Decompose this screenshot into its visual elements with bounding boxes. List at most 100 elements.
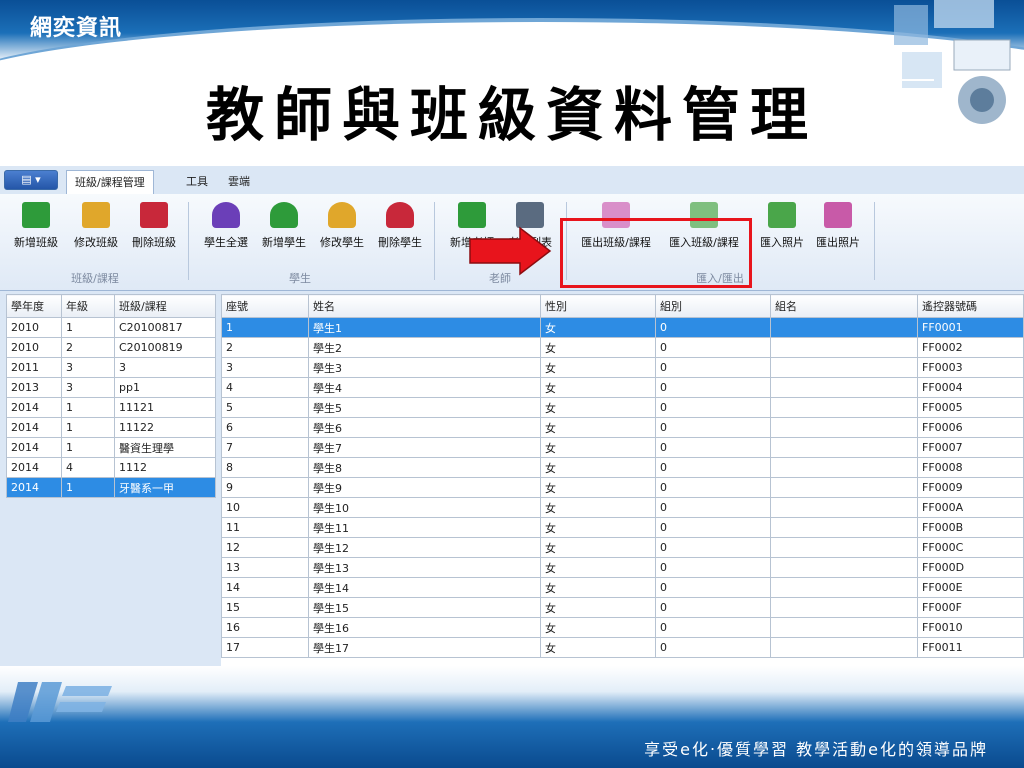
column-header-gender[interactable]: 性別 (540, 294, 656, 318)
cell-grade: 1 (61, 417, 115, 438)
student-table-row[interactable]: 6 學生6 女 0 FF0006 (221, 417, 1024, 438)
class-table-row[interactable]: 2010 1 C20100817 (6, 317, 216, 338)
cell-class: 3 (114, 357, 216, 378)
cell-seat: 8 (221, 457, 309, 478)
export-photo-button[interactable]: 匯出照片 (808, 202, 868, 258)
cell-name: 學生1 (308, 317, 541, 338)
class-table-row[interactable]: 2014 1 牙醫系一甲 (6, 477, 216, 498)
tab-cloud[interactable]: 雲端 (220, 170, 258, 194)
cell-year: 2014 (6, 397, 62, 418)
student-table-row[interactable]: 2 學生2 女 0 FF0002 (221, 337, 1024, 358)
student-table-row[interactable]: 15 學生15 女 0 FF000F (221, 597, 1024, 618)
cell-group-name (770, 437, 918, 458)
student-table-row[interactable]: 12 學生12 女 0 FF000C (221, 537, 1024, 558)
cell-grade: 3 (61, 357, 115, 378)
student-table-row[interactable]: 11 學生11 女 0 FF000B (221, 517, 1024, 538)
highlight-box (560, 218, 752, 288)
class-table-header: 學年度 年級 班級/課程 (6, 294, 216, 318)
cell-year: 2011 (6, 357, 62, 378)
student-table-row[interactable]: 14 學生14 女 0 FF000E (221, 577, 1024, 598)
cell-group: 0 (655, 337, 771, 358)
cell-seat: 11 (221, 517, 309, 538)
student-table-row[interactable]: 16 學生16 女 0 FF0010 (221, 617, 1024, 638)
student-table-row[interactable]: 8 學生8 女 0 FF0008 (221, 457, 1024, 478)
cell-group-name (770, 397, 918, 418)
cell-remote-id: FF0007 (917, 437, 1024, 458)
cell-group-name (770, 317, 918, 338)
column-header-seat[interactable]: 座號 (221, 294, 309, 318)
export-photo-icon (824, 202, 852, 228)
add-teacher-icon (458, 202, 486, 228)
tab-class-course[interactable]: 班級/課程管理 (66, 170, 154, 195)
cell-group: 0 (655, 497, 771, 518)
cell-seat: 4 (221, 377, 309, 398)
cell-class: 11122 (114, 417, 216, 438)
class-table-row[interactable]: 2011 3 3 (6, 357, 216, 378)
student-table-row[interactable]: 3 學生3 女 0 FF0003 (221, 357, 1024, 378)
cell-gender: 女 (540, 377, 656, 398)
cell-group: 0 (655, 637, 771, 658)
student-table-row[interactable]: 9 學生9 女 0 FF0009 (221, 477, 1024, 498)
cell-name: 學生3 (308, 357, 541, 378)
cell-name: 學生7 (308, 437, 541, 458)
column-header-group-name[interactable]: 組名 (770, 294, 918, 318)
cell-seat: 7 (221, 437, 309, 458)
column-header-grade[interactable]: 年級 (61, 294, 115, 318)
student-table-row[interactable]: 13 學生13 女 0 FF000D (221, 557, 1024, 578)
cell-name: 學生8 (308, 457, 541, 478)
class-table-row[interactable]: 2014 1 11122 (6, 417, 216, 438)
column-header-remote-id[interactable]: 遙控器號碼 (917, 294, 1024, 318)
cell-gender: 女 (540, 317, 656, 338)
cell-remote-id: FF0004 (917, 377, 1024, 398)
cell-remote-id: FF000E (917, 577, 1024, 598)
column-header-name[interactable]: 姓名 (308, 294, 541, 318)
class-table-row[interactable]: 2014 4 1112 (6, 457, 216, 478)
student-table-row[interactable]: 5 學生5 女 0 FF0005 (221, 397, 1024, 418)
cell-group-name (770, 337, 918, 358)
student-list-panel: 座號 姓名 性別 組別 組名 遙控器號碼 1 學生1 女 0 FF0001 2 學生2 女 0 F… (221, 294, 1024, 666)
app-menu-button[interactable]: ▤ ▾ (4, 170, 58, 190)
column-header-year[interactable]: 學年度 (6, 294, 62, 318)
delete-student-button[interactable]: 刪除學生 (370, 202, 430, 258)
student-table-row[interactable]: 10 學生10 女 0 FF000A (221, 497, 1024, 518)
cell-group: 0 (655, 517, 771, 538)
cell-year: 2014 (6, 417, 62, 438)
select-all-students-icon (212, 202, 240, 228)
student-table-row[interactable]: 1 學生1 女 0 FF0001 (221, 317, 1024, 338)
student-table-row[interactable]: 7 學生7 女 0 FF0007 (221, 437, 1024, 458)
cell-gender: 女 (540, 477, 656, 498)
cell-group-name (770, 457, 918, 478)
student-table-row[interactable]: 17 學生17 女 0 FF0011 (221, 637, 1024, 658)
cell-gender: 女 (540, 357, 656, 378)
cell-remote-id: FF0009 (917, 477, 1024, 498)
cell-grade: 1 (61, 477, 115, 498)
slide-title: 教師與班級資料管理 (205, 81, 818, 149)
add-student-icon (270, 202, 298, 228)
cell-group-name (770, 617, 918, 638)
cell-year: 2010 (6, 317, 62, 338)
student-table-row[interactable]: 4 學生4 女 0 FF0004 (221, 377, 1024, 398)
cell-class: C20100817 (114, 317, 216, 338)
cell-remote-id: FF000C (917, 537, 1024, 558)
import-photo-icon (768, 202, 796, 228)
group-label-students: 學生 (289, 272, 311, 285)
cell-year: 2010 (6, 337, 62, 358)
cell-class: C20100819 (114, 337, 216, 358)
class-table-row[interactable]: 2010 2 C20100819 (6, 337, 216, 358)
cell-seat: 17 (221, 637, 309, 658)
class-table-row[interactable]: 2013 3 pp1 (6, 377, 216, 398)
tab-tools[interactable]: 工具 (178, 170, 216, 194)
cell-group: 0 (655, 317, 771, 338)
cell-class: 醫資生理學 (114, 437, 216, 458)
delete-class-label: 刪除班級 (132, 236, 176, 249)
cell-remote-id: FF000A (917, 497, 1024, 518)
class-table-row[interactable]: 2014 1 醫資生理學 (6, 437, 216, 458)
delete-class-button[interactable]: 刪除班級 (124, 202, 184, 258)
column-header-group[interactable]: 組別 (655, 294, 771, 318)
cell-year: 2014 (6, 457, 62, 478)
class-table-row[interactable]: 2014 1 11121 (6, 397, 216, 418)
student-table-body: 1 學生1 女 0 FF0001 2 學生2 女 0 FF0002 3 學生3 女 0 FF0003 4 學生4… (221, 317, 1024, 658)
cell-group-name (770, 597, 918, 618)
column-header-class[interactable]: 班級/課程 (114, 294, 216, 318)
cell-gender: 女 (540, 397, 656, 418)
